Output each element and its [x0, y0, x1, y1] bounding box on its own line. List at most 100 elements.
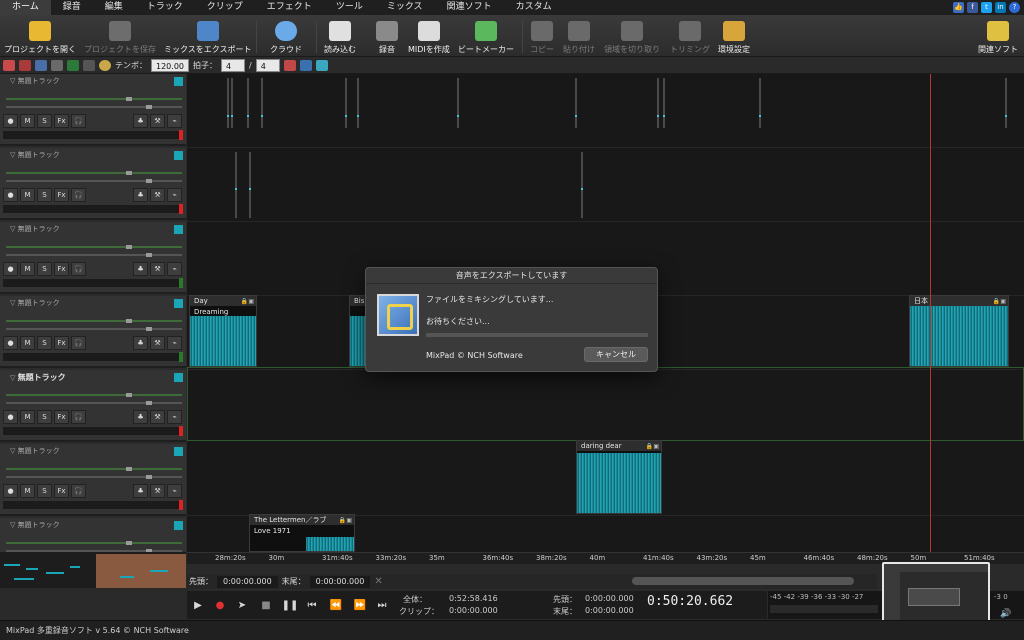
pan-slider[interactable] [6, 475, 182, 479]
automation-icon[interactable]: ⌁ [167, 188, 182, 202]
record-arm-button[interactable]: ● [3, 336, 18, 350]
rewind-button[interactable]: ⏪ [327, 596, 345, 614]
volume-slider[interactable] [6, 541, 182, 545]
wrench-icon[interactable]: ⚒ [150, 114, 165, 128]
record-arm-button[interactable]: ● [3, 484, 18, 498]
copy-button[interactable]: コピー [530, 19, 554, 55]
clip-daring-dear[interactable]: daring dear 🔒▣ [576, 440, 662, 514]
solo-button[interactable]: S [37, 410, 52, 424]
mute-button[interactable]: M [20, 410, 35, 424]
tempo-input[interactable]: 120.00 [151, 58, 189, 72]
tune-icon[interactable]: ♣ [133, 484, 148, 498]
track-header-1[interactable]: ▽ 無題トラック ● M S Fx 🎧 ♣ ⚒ ⌁ [0, 74, 186, 146]
wrench-icon[interactable]: ⚒ [150, 484, 165, 498]
volume-slider-knob[interactable] [126, 467, 132, 471]
record-arm-button[interactable]: ● [3, 410, 18, 424]
track-name[interactable]: ▽ 無題トラック [10, 520, 60, 530]
cut-region-button[interactable]: 領域を切り取り [604, 19, 660, 55]
marker-icon[interactable] [83, 59, 95, 71]
record-arm-button[interactable]: ● [3, 188, 18, 202]
volume-slider[interactable] [6, 245, 182, 249]
pan-slider-knob[interactable] [146, 253, 152, 257]
piano-roll-icon[interactable] [283, 59, 296, 71]
track-header-5[interactable]: ▽ 無題トラック ● M S Fx 🎧 ♣ ⚒ ⌁ [0, 370, 186, 442]
mute-button[interactable]: M [20, 484, 35, 498]
track-header-6[interactable]: ▽ 無題トラック ● M S Fx 🎧 ♣ ⚒ ⌁ [0, 444, 186, 516]
record-transport-button[interactable]: ● [211, 596, 229, 614]
volume-slider-knob[interactable] [126, 541, 132, 545]
track-header-3[interactable]: ▽ 無題トラック ● M S Fx 🎧 ♣ ⚒ ⌁ [0, 222, 186, 294]
export-mix-button[interactable]: ミックスをエクスポート [164, 19, 252, 55]
monitor-button[interactable]: 🎧 [71, 336, 86, 350]
effects-button[interactable]: Fx [54, 188, 69, 202]
volume-slider[interactable] [6, 393, 182, 397]
pan-slider-knob[interactable] [146, 105, 152, 109]
create-midi-button[interactable]: MIDIを作成 [408, 19, 450, 55]
clip-lock-icon[interactable]: 🔒▣ [241, 297, 254, 306]
help-icon[interactable]: ? [1009, 2, 1020, 13]
track-color-swatch[interactable] [174, 77, 183, 86]
monitor-button[interactable]: 🎧 [71, 188, 86, 202]
related-software-button[interactable]: 関連ソフト [978, 19, 1018, 55]
automation-icon[interactable]: ⌁ [167, 484, 182, 498]
solo-button[interactable]: S [37, 484, 52, 498]
project-overview[interactable] [0, 552, 186, 588]
pause-button[interactable]: ❚❚ [281, 596, 299, 614]
overview-viewport[interactable] [96, 554, 186, 588]
track-header-4[interactable]: ▽ 無題トラック ● M S Fx 🎧 ♣ ⚒ ⌁ [0, 296, 186, 368]
menu-tools[interactable]: ツール [324, 0, 375, 15]
monitor-button[interactable]: 🎧 [71, 484, 86, 498]
grid-view-icon[interactable] [299, 59, 312, 71]
volume-slider[interactable] [6, 319, 182, 323]
track-lane-2[interactable] [187, 148, 1024, 222]
menu-track[interactable]: トラック [135, 0, 195, 15]
effects-button[interactable]: Fx [54, 336, 69, 350]
track-color-swatch[interactable] [174, 299, 183, 308]
record-arm-button[interactable]: ● [3, 114, 18, 128]
cloud-button[interactable]: クラウド [270, 19, 302, 55]
effects-button[interactable]: Fx [54, 484, 69, 498]
pan-slider[interactable] [6, 327, 182, 331]
menu-clip[interactable]: クリップ [195, 0, 255, 15]
menu-edit[interactable]: 編集 [93, 0, 135, 15]
track-header-7[interactable]: ▽ 無題トラック●MSFx🎧♣⚒⌁ [0, 518, 186, 552]
tune-icon[interactable]: ♣ [133, 336, 148, 350]
track-lane-1[interactable] [187, 74, 1024, 148]
automation-icon[interactable]: ⌁ [167, 410, 182, 424]
wrench-icon[interactable]: ⚒ [150, 188, 165, 202]
pan-slider-knob[interactable] [146, 327, 152, 331]
pan-slider[interactable] [6, 253, 182, 257]
clip-lock-icon[interactable]: 🔒▣ [339, 516, 352, 525]
like-icon[interactable]: 👍 [953, 2, 964, 13]
selection-start-field[interactable]: 0:00:00.000 [217, 575, 278, 588]
trim-button[interactable]: トリミング [670, 19, 710, 55]
volume-slider-knob[interactable] [126, 171, 132, 175]
play-button[interactable]: ▶ [189, 596, 207, 614]
track-header-2[interactable]: ▽ 無題トラック ● M S Fx 🎧 ♣ ⚒ ⌁ [0, 148, 186, 220]
linkedin-icon[interactable]: in [995, 2, 1006, 13]
monitor-button[interactable]: 🎧 [71, 262, 86, 276]
monitor-button[interactable]: 🎧 [71, 114, 86, 128]
tune-icon[interactable]: ♣ [133, 410, 148, 424]
track-lane-5[interactable] [187, 367, 1024, 441]
mute-button[interactable]: M [20, 188, 35, 202]
facebook-icon[interactable]: f [967, 2, 978, 13]
wrench-icon[interactable]: ⚒ [150, 336, 165, 350]
preferences-button[interactable]: 環境設定 [718, 19, 750, 55]
volume-slider-knob[interactable] [126, 393, 132, 397]
monitor-button[interactable]: 🎧 [71, 410, 86, 424]
automation-icon[interactable]: ⌁ [167, 336, 182, 350]
wrench-icon[interactable]: ⚒ [150, 410, 165, 424]
track-name[interactable]: ▽ 無題トラック [10, 224, 60, 234]
volume-slider[interactable] [6, 171, 182, 175]
tune-icon[interactable]: ♣ [133, 114, 148, 128]
fast-forward-icon[interactable] [315, 59, 328, 71]
volume-icon[interactable]: 🔊 [1000, 609, 1011, 619]
effects-button[interactable]: Fx [54, 410, 69, 424]
menu-custom[interactable]: カスタム [504, 0, 564, 15]
solo-button[interactable]: S [37, 262, 52, 276]
effects-button[interactable]: Fx [54, 262, 69, 276]
fast-forward-button[interactable]: ⏩ [351, 596, 369, 614]
menu-related[interactable]: 関連ソフト [435, 0, 504, 15]
go-to-end-button[interactable]: ⏭ [373, 596, 391, 614]
